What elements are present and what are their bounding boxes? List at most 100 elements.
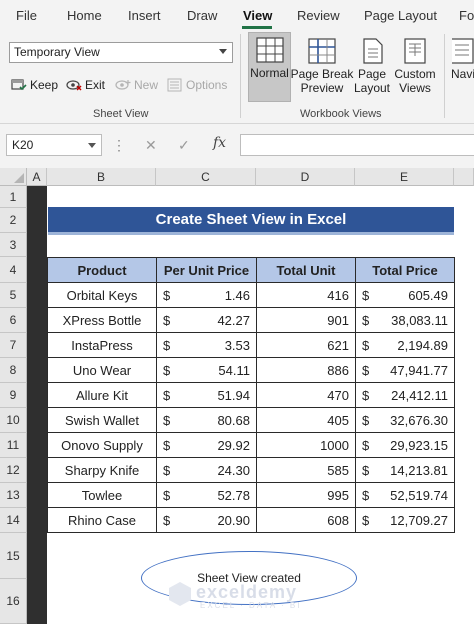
tab-page-layout[interactable]: Page Layout bbox=[364, 8, 437, 23]
unit-price-cell[interactable]: $80.68 bbox=[156, 407, 257, 433]
row-header[interactable]: 15 bbox=[0, 533, 27, 579]
tab-review[interactable]: Review bbox=[297, 8, 340, 23]
header-total-price[interactable]: Total Price bbox=[355, 257, 455, 283]
total-price-cell[interactable]: $2,194.89 bbox=[355, 332, 455, 358]
row-header[interactable]: 11 bbox=[0, 433, 27, 458]
tab-home[interactable]: Home bbox=[67, 8, 102, 23]
header-product[interactable]: Product bbox=[47, 257, 157, 283]
name-box[interactable]: K20 bbox=[6, 134, 102, 156]
row-header[interactable]: 12 bbox=[0, 458, 27, 483]
page-layout-button[interactable]: Page Layout bbox=[353, 34, 391, 104]
formula-bar: K20 ⋮ ✕ ✓ fx bbox=[0, 124, 474, 168]
total-price-cell[interactable]: $38,083.11 bbox=[355, 307, 455, 333]
row-header[interactable]: 10 bbox=[0, 408, 27, 433]
formula-input[interactable] bbox=[240, 134, 474, 156]
product-cell[interactable]: Sharpy Knife bbox=[47, 457, 157, 483]
total-price-cell[interactable]: $12,709.27 bbox=[355, 507, 455, 533]
total-price-cell[interactable]: $29,923.15 bbox=[355, 432, 455, 458]
row-header[interactable]: 16 bbox=[0, 579, 27, 624]
unit-price-cell[interactable]: $24.30 bbox=[156, 457, 257, 483]
total-unit-cell[interactable]: 585 bbox=[256, 457, 356, 483]
row-header[interactable]: 7 bbox=[0, 333, 27, 358]
product-cell[interactable]: XPress Bottle bbox=[47, 307, 157, 333]
product-cell[interactable]: Onovo Supply bbox=[47, 432, 157, 458]
row-header[interactable]: 3 bbox=[0, 233, 27, 257]
total-unit-cell[interactable]: 886 bbox=[256, 357, 356, 383]
row-header[interactable]: 14 bbox=[0, 508, 27, 533]
row-header[interactable]: 2 bbox=[0, 208, 27, 233]
column-header-e[interactable]: E bbox=[355, 168, 454, 186]
product-cell[interactable]: Rhino Case bbox=[47, 507, 157, 533]
insert-function-icon[interactable]: fx bbox=[213, 135, 226, 151]
total-unit-cell[interactable]: 995 bbox=[256, 482, 356, 508]
unit-price-cell[interactable]: $42.27 bbox=[156, 307, 257, 333]
select-all-button[interactable] bbox=[0, 168, 27, 186]
row-header[interactable]: 13 bbox=[0, 483, 27, 508]
sheet-view-dropdown[interactable]: Temporary View bbox=[9, 42, 233, 63]
total-unit-cell[interactable]: 608 bbox=[256, 507, 356, 533]
row-header[interactable]: 9 bbox=[0, 383, 27, 408]
custom-views-button[interactable]: Custom Views bbox=[393, 34, 437, 104]
watermark-tagline: EXCEL · DATA · BI bbox=[200, 601, 302, 610]
options-icon bbox=[167, 78, 182, 92]
total-price-cell[interactable]: $52,519.74 bbox=[355, 482, 455, 508]
product-cell[interactable]: InstaPress bbox=[47, 332, 157, 358]
unit-price-cell[interactable]: $52.78 bbox=[156, 482, 257, 508]
column-header-b[interactable]: B bbox=[47, 168, 156, 186]
total-unit-cell[interactable]: 1000 bbox=[256, 432, 356, 458]
total-unit-cell[interactable]: 405 bbox=[256, 407, 356, 433]
row-header[interactable]: 1 bbox=[0, 186, 27, 208]
unit-price-cell[interactable]: $3.53 bbox=[156, 332, 257, 358]
column-header-a[interactable]: A bbox=[27, 168, 47, 186]
unit-price-cell[interactable]: $54.11 bbox=[156, 357, 257, 383]
page-break-preview-button[interactable]: Page Break Preview bbox=[291, 34, 353, 104]
total-price-cell[interactable]: $32,676.30 bbox=[355, 407, 455, 433]
table-header-row: Product Per Unit Price Total Unit Total … bbox=[47, 257, 455, 283]
options-button[interactable]: Options bbox=[167, 76, 227, 94]
unit-price-cell[interactable]: $1.46 bbox=[156, 282, 257, 308]
normal-view-button[interactable]: Normal bbox=[248, 32, 291, 102]
row-header[interactable]: 4 bbox=[0, 257, 27, 283]
header-total-unit[interactable]: Total Unit bbox=[256, 257, 356, 283]
new-button[interactable]: New bbox=[115, 76, 158, 94]
keep-button[interactable]: Keep bbox=[11, 76, 58, 94]
tab-formulas[interactable]: Fo bbox=[459, 8, 474, 23]
group-separator bbox=[240, 34, 241, 118]
total-price-cell[interactable]: $24,412.11 bbox=[355, 382, 455, 408]
tab-insert[interactable]: Insert bbox=[128, 8, 161, 23]
unit-price-cell[interactable]: $29.92 bbox=[156, 432, 257, 458]
product-cell[interactable]: Towlee bbox=[47, 482, 157, 508]
total-price-value: 32,676.30 bbox=[390, 412, 448, 428]
total-price-cell[interactable]: $14,213.81 bbox=[355, 457, 455, 483]
row-header[interactable]: 5 bbox=[0, 283, 27, 308]
cancel-icon[interactable]: ✕ bbox=[145, 137, 157, 154]
total-price-cell[interactable]: $47,941.77 bbox=[355, 357, 455, 383]
tab-draw[interactable]: Draw bbox=[187, 8, 217, 23]
total-unit-cell[interactable]: 621 bbox=[256, 332, 356, 358]
header-unit-price[interactable]: Per Unit Price bbox=[156, 257, 257, 283]
total-unit-cell[interactable]: 901 bbox=[256, 307, 356, 333]
product-cell[interactable]: Swish Wallet bbox=[47, 407, 157, 433]
column-header-c[interactable]: C bbox=[156, 168, 256, 186]
total-unit-cell[interactable]: 416 bbox=[256, 282, 356, 308]
product-cell[interactable]: Uno Wear bbox=[47, 357, 157, 383]
unit-price-cell[interactable]: $20.90 bbox=[156, 507, 257, 533]
product-cell[interactable]: Allure Kit bbox=[47, 382, 157, 408]
unit-price-cell[interactable]: $51.94 bbox=[156, 382, 257, 408]
table-row: Uno Wear $54.11 886 $47,941.77 bbox=[47, 357, 455, 383]
total-unit-cell[interactable]: 470 bbox=[256, 382, 356, 408]
tab-file[interactable]: File bbox=[16, 8, 37, 23]
enter-icon[interactable]: ✓ bbox=[178, 137, 190, 154]
tab-view[interactable]: View bbox=[243, 8, 272, 23]
column-header-d[interactable]: D bbox=[256, 168, 355, 186]
ribbon-tabs: File Home Insert Draw View Review Page L… bbox=[0, 0, 474, 30]
column-a-fill bbox=[27, 186, 47, 624]
product-cell[interactable]: Orbital Keys bbox=[47, 282, 157, 308]
row-header[interactable]: 6 bbox=[0, 308, 27, 333]
column-header-f[interactable] bbox=[454, 168, 474, 186]
total-price-cell[interactable]: $605.49 bbox=[355, 282, 455, 308]
currency-symbol: $ bbox=[163, 338, 171, 353]
row-header[interactable]: 8 bbox=[0, 358, 27, 383]
exit-button[interactable]: Exit bbox=[66, 76, 105, 94]
navigation-button[interactable]: Navi bbox=[452, 34, 474, 104]
